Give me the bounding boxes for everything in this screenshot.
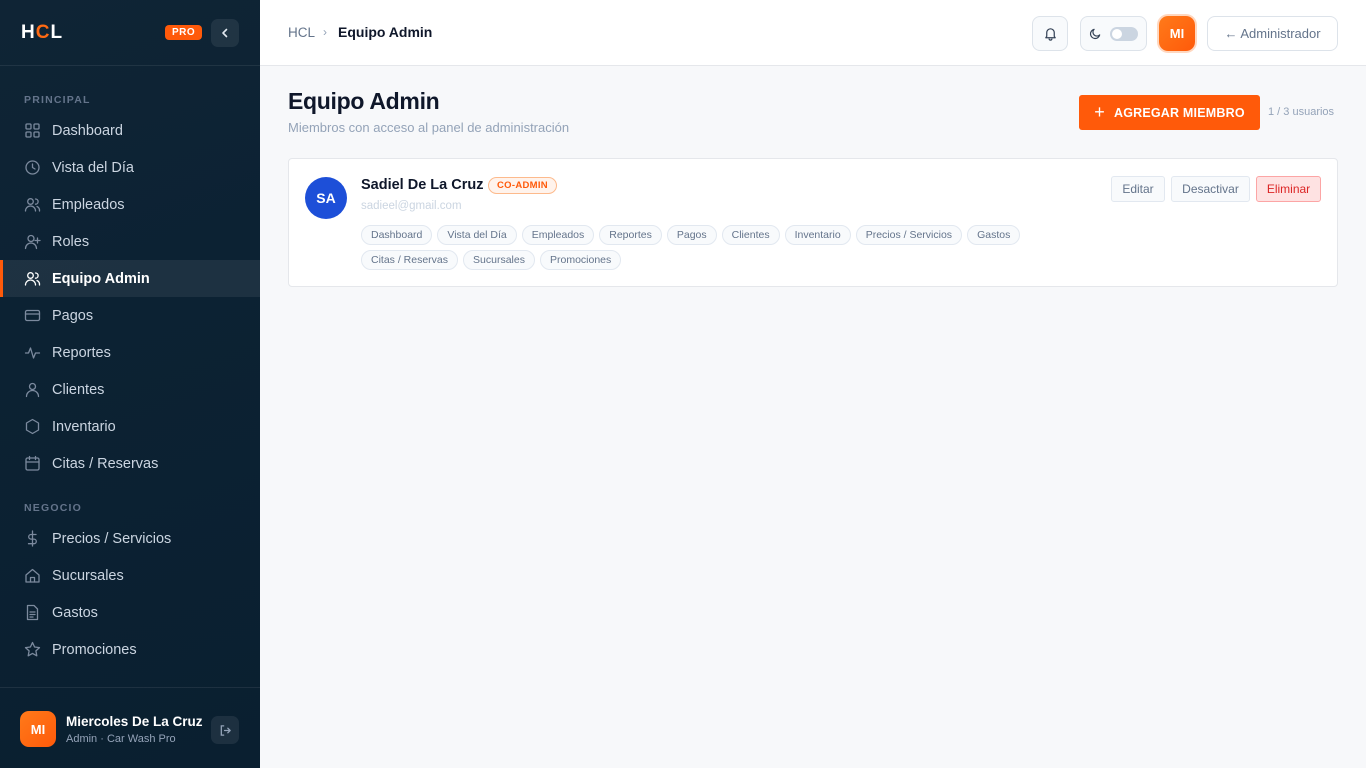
breadcrumb-current: Equipo Admin bbox=[338, 24, 433, 40]
permission-chip: Sucursales bbox=[463, 250, 535, 270]
sidebar-item-empleados[interactable]: Empleados bbox=[0, 186, 260, 223]
avatar[interactable]: MI bbox=[20, 711, 56, 747]
collapse-sidebar-button[interactable] bbox=[211, 19, 239, 47]
dollar-icon bbox=[24, 530, 41, 547]
sidebar-item-label: Empleados bbox=[52, 196, 125, 213]
bell-icon bbox=[1044, 28, 1056, 41]
theme-toggle-switch[interactable] bbox=[1110, 26, 1138, 41]
permission-chip: Precios / Servicios bbox=[855, 225, 963, 245]
page-subtitle: Miembros con acceso al panel de administ… bbox=[288, 120, 570, 135]
sidebar-item-label: Promociones bbox=[52, 641, 137, 658]
delete-button[interactable]: Eliminar bbox=[1256, 176, 1321, 202]
permission-chip: Inventario bbox=[784, 225, 851, 245]
notifications-button[interactable] bbox=[1032, 16, 1068, 51]
permission-chip: Pagos bbox=[666, 225, 717, 245]
sidebar-item-label: Citas / Reservas bbox=[52, 455, 159, 472]
activity-icon bbox=[24, 344, 41, 361]
top-header: HCL › Equipo Admin MI ← Administrador bbox=[260, 0, 1366, 66]
sidebar: HCL PRO PRINCIPAL Dashboard Vista del Día… bbox=[0, 0, 260, 768]
add-member-label: AGREGAR MIEMBRO bbox=[1113, 105, 1245, 120]
logout-icon bbox=[220, 724, 231, 736]
moon-icon bbox=[1089, 28, 1101, 40]
users-icon bbox=[24, 196, 41, 213]
sidebar-item-label: Inventario bbox=[52, 418, 116, 435]
permission-chip: Gastos bbox=[967, 225, 1021, 245]
star-icon bbox=[24, 641, 41, 658]
permission-chip: Promociones bbox=[539, 250, 622, 270]
section-label-negocio: NEGOCIO bbox=[24, 502, 82, 514]
page-title: Equipo Admin bbox=[288, 88, 440, 114]
add-member-button[interactable]: + AGREGAR MIEMBRO bbox=[1079, 95, 1260, 130]
plus-icon: + bbox=[1094, 102, 1105, 122]
sidebar-item-vista-del-día[interactable]: Vista del Día bbox=[0, 149, 260, 186]
edit-button[interactable]: Editar bbox=[1111, 176, 1165, 202]
logout-button[interactable] bbox=[211, 716, 239, 744]
member-email: sadieel@gmail.com bbox=[361, 200, 462, 212]
deactivate-button[interactable]: Desactivar bbox=[1171, 176, 1250, 202]
sidebar-item-label: Equipo Admin bbox=[52, 270, 150, 287]
hexagon-icon bbox=[24, 418, 41, 435]
team-icon bbox=[24, 270, 41, 287]
breadcrumb-root[interactable]: HCL bbox=[288, 25, 315, 40]
sidebar-header: HCL PRO bbox=[0, 0, 260, 66]
member-permissions: Dashboard Vista del Día Empleados Reportes P… bbox=[361, 225, 1061, 270]
user-name: Miercoles De La Cruz bbox=[66, 714, 203, 729]
user-count: 1 / 3 usuarios bbox=[1268, 106, 1335, 118]
permission-chip: Reportes bbox=[599, 225, 662, 245]
sidebar-item-inventario[interactable]: Inventario bbox=[0, 408, 260, 445]
sidebar-item-label: Reportes bbox=[52, 344, 111, 361]
sidebar-item-label: Dashboard bbox=[52, 122, 123, 139]
nav-principal: Dashboard Vista del Día Empleados Roles Equi… bbox=[0, 112, 260, 482]
sidebar-item-label: Roles bbox=[52, 233, 90, 250]
administrator-button[interactable]: ← Administrador bbox=[1207, 16, 1338, 51]
sidebar-item-pagos[interactable]: Pagos bbox=[0, 297, 260, 334]
user-role: Admin · Car Wash Pro bbox=[66, 733, 176, 745]
theme-toggle-button[interactable] bbox=[1080, 16, 1147, 51]
sidebar-item-label: Vista del Día bbox=[52, 159, 134, 176]
home-icon bbox=[24, 567, 41, 584]
sidebar-user-panel: MI Miercoles De La Cruz Admin · Car Wash… bbox=[0, 687, 260, 768]
sidebar-item-label: Precios / Servicios bbox=[52, 530, 172, 547]
section-label-principal: PRINCIPAL bbox=[24, 94, 91, 106]
pro-badge: PRO bbox=[165, 25, 203, 40]
user-plus-icon bbox=[24, 233, 41, 250]
permission-chip: Clientes bbox=[721, 225, 780, 245]
sidebar-item-reportes[interactable]: Reportes bbox=[0, 334, 260, 371]
permission-chip: Citas / Reservas bbox=[361, 250, 459, 270]
header-avatar[interactable]: MI bbox=[1159, 16, 1195, 51]
grid-icon bbox=[24, 122, 41, 139]
card-icon bbox=[24, 307, 41, 324]
sidebar-item-label: Pagos bbox=[52, 307, 94, 324]
sidebar-item-promociones[interactable]: Promociones bbox=[0, 631, 260, 668]
permission-chip: Dashboard bbox=[361, 225, 433, 245]
member-role-badge: CO-ADMIN bbox=[488, 177, 557, 194]
breadcrumb-separator: › bbox=[323, 25, 327, 39]
sidebar-item-clientes[interactable]: Clientes bbox=[0, 371, 260, 408]
clock-icon bbox=[24, 159, 41, 176]
sidebar-item-citas-reservas[interactable]: Citas / Reservas bbox=[0, 445, 260, 482]
sidebar-item-precios-servicios[interactable]: Precios / Servicios bbox=[0, 520, 260, 557]
member-card: SA Sadiel De La Cruz CO-ADMIN sadieel@gm… bbox=[288, 158, 1338, 287]
sidebar-item-dashboard[interactable]: Dashboard bbox=[0, 112, 260, 149]
sidebar-item-label: Gastos bbox=[52, 604, 98, 621]
member-name: Sadiel De La Cruz bbox=[361, 177, 484, 193]
person-icon bbox=[24, 381, 41, 398]
permission-chip: Empleados bbox=[521, 225, 595, 245]
nav-negocio: Precios / Servicios Sucursales Gastos Promo… bbox=[0, 520, 260, 668]
sidebar-item-label: Sucursales bbox=[52, 567, 124, 584]
sidebar-item-equipo-admin[interactable]: Equipo Admin bbox=[0, 260, 260, 297]
sidebar-item-roles[interactable]: Roles bbox=[0, 223, 260, 260]
sidebar-item-sucursales[interactable]: Sucursales bbox=[0, 557, 260, 594]
chevron-left-icon bbox=[222, 28, 228, 38]
permission-chip: Vista del Día bbox=[437, 225, 517, 245]
calendar-icon bbox=[24, 455, 41, 472]
app-logo[interactable]: HCL bbox=[21, 22, 63, 44]
sidebar-item-label: Clientes bbox=[52, 381, 105, 398]
sidebar-item-gastos[interactable]: Gastos bbox=[0, 594, 260, 631]
member-avatar: SA bbox=[305, 177, 347, 219]
file-icon bbox=[24, 604, 41, 621]
